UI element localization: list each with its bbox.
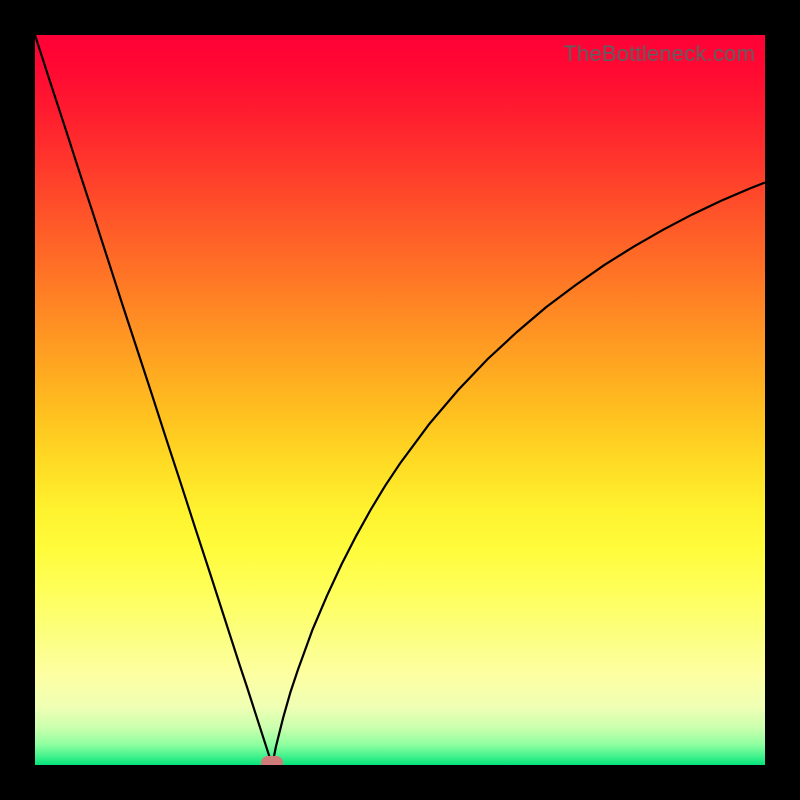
bottleneck-curve [35, 35, 765, 765]
chart-frame: TheBottleneck.com [0, 0, 800, 800]
plot-area: TheBottleneck.com [35, 35, 765, 765]
optimal-point-marker [261, 756, 283, 765]
